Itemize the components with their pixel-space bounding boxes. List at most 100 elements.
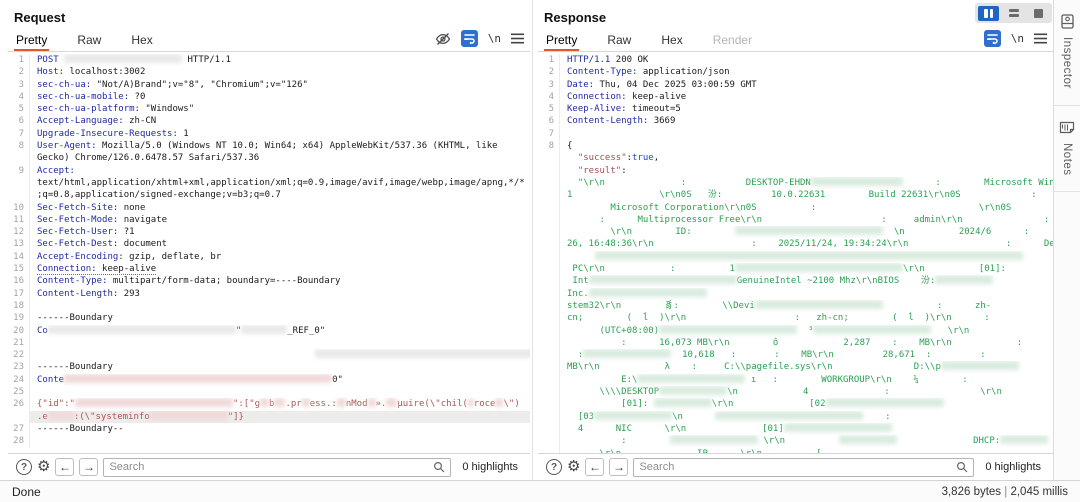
search-prev-button[interactable]: ← (55, 458, 74, 476)
layout-single-panel-button[interactable] (1028, 6, 1049, 21)
code-line: 4sec-ch-ua-mobile: ?0 (8, 91, 530, 103)
redacted-blur (48, 411, 74, 420)
redacted-blur (337, 398, 346, 407)
code-line: 24Conte0" (8, 374, 530, 386)
response-search-box[interactable] (633, 458, 974, 477)
spacer (890, 386, 948, 395)
help-icon[interactable]: ? (16, 459, 32, 475)
redacted-blur (735, 263, 903, 272)
word-wrap-icon[interactable] (461, 30, 478, 47)
request-highlights-count: 0 highlights (456, 461, 522, 473)
code-text: : \r\n DHCP: (560, 435, 1053, 447)
request-search-box[interactable] (103, 458, 451, 477)
right-sidebar: Inspector Notes (1053, 0, 1080, 480)
panel-divider[interactable] (532, 0, 533, 480)
code-text: Host: localhost:3002 (30, 66, 530, 78)
code-line: "success":true, (538, 152, 1053, 164)
line-number: 27 (8, 423, 30, 435)
code-text: "success":true, (560, 152, 1053, 164)
response-search-input[interactable] (639, 461, 956, 473)
line-number (538, 423, 560, 435)
menu-icon[interactable] (1034, 33, 1047, 44)
settings-gear-icon[interactable]: ⚙ (567, 459, 580, 475)
code-text: (UTC+08:00) ³ \r\n (560, 325, 1053, 337)
code-text: [03\n : (560, 411, 1053, 423)
code-line: text/html,application/xhtml+xml,applicat… (8, 177, 530, 189)
redacted-blur (274, 398, 285, 407)
sidebar-tab-notes[interactable]: Notes (1054, 106, 1080, 193)
line-number: 28 (8, 435, 30, 447)
redacted-blur (386, 398, 397, 407)
line-number: 5 (8, 103, 30, 115)
redacted-blur (826, 398, 944, 407)
redacted-blur (941, 361, 1019, 370)
code-text: Sec-Fetch-Dest: document (30, 238, 530, 250)
request-tab-pretty[interactable]: Pretty (14, 30, 49, 51)
line-number (538, 189, 560, 201)
line-number (8, 152, 30, 164)
code-text: "result": (560, 165, 1053, 177)
code-line: 27------Boundary-- (8, 423, 530, 435)
code-text: Content-Type: multipart/form-data; bound… (30, 275, 530, 287)
status-text: Done (12, 485, 41, 499)
code-line: .e:(\"systeminfo"]} (8, 411, 530, 423)
response-editor[interactable]: 1HTTP/1.1 200 OK2Content-Type: applicati… (538, 52, 1053, 453)
redacted-blur (64, 374, 332, 383)
code-line: 11Sec-Fetch-Mode: navigate (8, 214, 530, 226)
request-tab-raw[interactable]: Raw (75, 30, 103, 51)
settings-gear-icon[interactable]: ⚙ (37, 459, 50, 475)
redacted-blur (637, 374, 745, 383)
menu-icon[interactable] (511, 33, 524, 44)
line-number: 3 (538, 79, 560, 91)
search-prev-button[interactable]: ← (585, 458, 604, 476)
show-newlines-icon[interactable]: \n (488, 32, 501, 45)
code-text: Gecko) Chrome/126.0.6478.57 Safari/537.3… (30, 152, 530, 164)
line-number (538, 435, 560, 447)
line-number (538, 349, 560, 361)
redacted-blur (813, 325, 931, 334)
code-text: : 10,618 : : MB\r\n 28,671 : : (560, 349, 1053, 361)
code-line: 2Host: localhost:3002 (8, 66, 530, 78)
redacted-blur (75, 398, 233, 407)
line-number (8, 189, 30, 201)
hide-matches-eye-icon[interactable] (435, 32, 451, 46)
code-text: User-Agent: Mozilla/5.0 (Windows NT 10.0… (30, 140, 530, 152)
code-line: 1HTTP/1.1 200 OK (538, 54, 1053, 66)
code-line: 18 (8, 300, 530, 312)
line-number (538, 325, 560, 337)
search-next-button[interactable]: → (79, 458, 98, 476)
code-text: Connection: keep-alive (560, 91, 1053, 103)
line-number: 9 (8, 165, 30, 177)
response-tab-render[interactable]: Render (711, 30, 754, 51)
show-newlines-icon[interactable]: \n (1011, 32, 1024, 45)
line-number: 13 (8, 238, 30, 250)
code-text: Content-Type: application/json (560, 66, 1053, 78)
code-line (538, 251, 1053, 263)
layout-split-columns-button[interactable] (978, 6, 999, 21)
search-next-button[interactable]: → (609, 458, 628, 476)
request-tab-hex[interactable]: Hex (129, 30, 154, 51)
response-tab-raw[interactable]: Raw (605, 30, 633, 51)
response-tab-pretty[interactable]: Pretty (544, 30, 579, 51)
code-line: [03\n : (538, 411, 1053, 423)
redacted-blur (589, 275, 737, 284)
line-number: 2 (8, 66, 30, 78)
line-number (8, 177, 30, 189)
code-line: "result": (538, 165, 1053, 177)
code-line: 23------Boundary (8, 361, 530, 373)
code-text: "\r\n : DESKTOP-EHDN : Microsoft Windows… (560, 177, 1053, 189)
line-number: 5 (538, 103, 560, 115)
code-text: : 16,073 MB\r\n ô 2,287 : MB\r\n : (560, 337, 1053, 349)
line-number: 6 (538, 115, 560, 127)
help-icon[interactable]: ? (546, 459, 562, 475)
request-search-input[interactable] (109, 461, 433, 473)
request-editor[interactable]: 1POST HTTP/1.12Host: localhost:30023sec-… (8, 52, 530, 453)
line-number: 8 (8, 140, 30, 152)
response-tab-hex[interactable]: Hex (659, 30, 684, 51)
layout-split-rows-button[interactable] (1003, 6, 1024, 21)
sidebar-tab-inspector[interactable]: Inspector (1054, 0, 1080, 106)
word-wrap-icon[interactable] (984, 30, 1001, 47)
line-number: 18 (8, 300, 30, 312)
code-text: MB\r\n λ : C:\\pagefile.sys\r\n D:\\p (560, 361, 1053, 373)
code-text: 26, 16:48:36\r\n : 2025/11/24, 19:34:24\… (560, 238, 1053, 250)
